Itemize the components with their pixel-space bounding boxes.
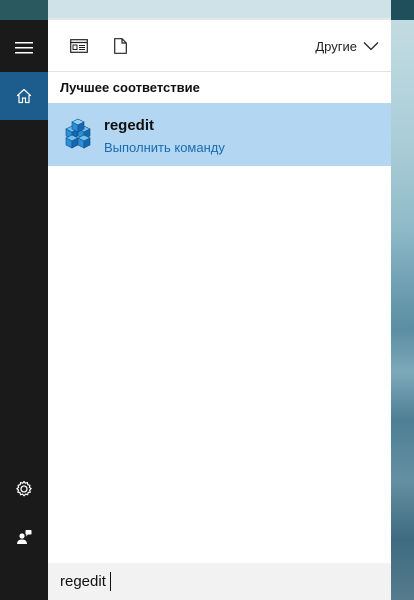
gear-icon	[16, 480, 32, 497]
desktop-background-top	[391, 0, 414, 20]
search-input[interactable]	[48, 563, 391, 600]
filter-toolbar: Другие	[48, 20, 391, 72]
home-icon	[16, 88, 32, 104]
result-name: regedit	[104, 117, 155, 134]
documents-filter-button[interactable]	[111, 37, 129, 55]
search-panel: Другие Лучшее соответствие regedit Выпол…	[48, 20, 391, 600]
text-caret	[110, 572, 111, 591]
others-label: Другие	[315, 38, 357, 54]
feedback-button[interactable]	[0, 513, 48, 561]
apps-filter-button[interactable]	[70, 37, 88, 55]
menu-button[interactable]	[0, 24, 48, 72]
apps-filter-icon	[70, 39, 88, 53]
settings-button[interactable]	[0, 465, 48, 513]
document-icon	[113, 38, 127, 54]
registry-editor-icon	[65, 118, 91, 149]
feedback-person-icon	[17, 530, 32, 544]
hamburger-icon	[15, 42, 33, 54]
chevron-down-icon	[363, 42, 379, 51]
others-dropdown[interactable]: Другие	[315, 36, 379, 56]
search-box	[48, 563, 391, 600]
start-rail	[0, 0, 48, 600]
best-match-heading: Лучшее соответствие	[60, 80, 200, 95]
home-button[interactable]	[0, 72, 48, 120]
desktop-background	[391, 0, 414, 600]
result-action: Выполнить команду	[104, 140, 225, 155]
rail-top-strip	[0, 0, 48, 20]
best-match-result[interactable]: regedit Выполнить команду	[48, 103, 391, 166]
